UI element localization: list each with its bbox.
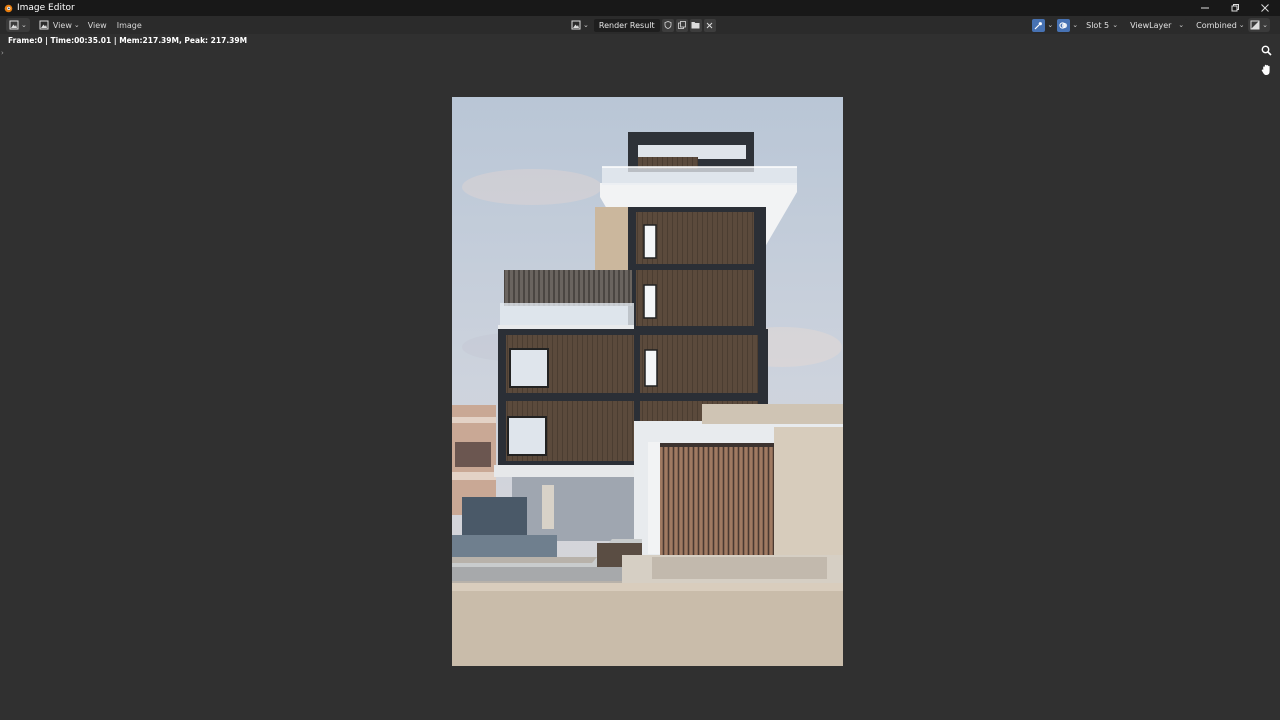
header-right-tools: ⌄ ⌄ Slot 5 ⌄ ViewLayer ⌄ Combined ⌄ ⌄ [1032, 18, 1270, 32]
close-icon[interactable] [1250, 0, 1280, 16]
view-mode-dropdown[interactable]: View ⌄ [36, 18, 83, 32]
window-title: Image Editor [17, 3, 75, 13]
editor-type-button[interactable]: ⌄ [6, 18, 30, 32]
open-folder-icon[interactable] [689, 18, 702, 32]
render-pass-dropdown[interactable]: Combined ⌄ [1192, 18, 1245, 32]
eyedropper-icon [1032, 18, 1046, 32]
unlink-close-icon[interactable] [703, 18, 716, 32]
slot-dropdown[interactable]: Slot 5 ⌄ [1082, 18, 1123, 32]
chevron-down-icon: ⌄ [1072, 21, 1079, 29]
window-controls [1190, 0, 1280, 16]
chevron-down-icon: ⌄ [583, 21, 589, 29]
browse-image-button[interactable]: ⌄ [568, 18, 592, 32]
chevron-down-icon: ⌄ [1262, 21, 1268, 29]
render-stats: Frame:0 | Time:00:35.01 | Mem:217.39M, P… [8, 36, 248, 45]
view-mode-icon [39, 20, 49, 30]
overlay-button[interactable]: ⌄ [1057, 18, 1078, 32]
zoom-gizmo-icon[interactable] [1258, 42, 1274, 58]
menu-image[interactable]: Image [112, 18, 147, 32]
render-pass-label: Combined [1196, 20, 1237, 30]
sidebar-expand-arrow-icon[interactable]: › [1, 49, 4, 57]
restore-icon[interactable] [1220, 0, 1250, 16]
slot-label: Slot 5 [1086, 20, 1110, 30]
chevron-down-icon: ⌄ [1238, 21, 1245, 29]
chevron-down-icon: ⌄ [73, 21, 80, 29]
image-editor-header: ⌄ View ⌄ View Image ⌄ Render Result ⌄ ⌄ … [0, 16, 1280, 34]
display-channels-icon [1250, 20, 1260, 30]
view-mode-label: View [52, 20, 72, 30]
image-selector: ⌄ Render Result [568, 18, 716, 32]
sample-tool-button[interactable]: ⌄ [1032, 18, 1053, 32]
view-layer-label: ViewLayer [1130, 20, 1172, 30]
render-result-image [452, 97, 843, 666]
view-layer-dropdown[interactable]: ViewLayer ⌄ [1126, 18, 1189, 32]
fake-user-shield-icon[interactable] [661, 18, 674, 32]
building-render-illustration [452, 97, 843, 666]
display-channels-button[interactable]: ⌄ [1248, 18, 1270, 32]
pan-hand-gizmo-icon[interactable] [1258, 62, 1274, 78]
image-name-field[interactable]: Render Result [593, 18, 660, 32]
title-bar: Image Editor [0, 0, 1280, 16]
image-browse-icon [571, 20, 581, 30]
chevron-down-icon: ⌄ [1112, 21, 1119, 29]
menu-view[interactable]: View [83, 18, 112, 32]
image-editor-icon [9, 20, 19, 30]
overlay-icon [1057, 18, 1071, 32]
chevron-down-icon: ⌄ [21, 21, 27, 29]
chevron-down-icon: ⌄ [1178, 21, 1185, 29]
blender-logo-icon [4, 4, 13, 13]
minimize-icon[interactable] [1190, 0, 1220, 16]
chevron-down-icon: ⌄ [1047, 21, 1054, 29]
duplicate-icon[interactable] [675, 18, 688, 32]
